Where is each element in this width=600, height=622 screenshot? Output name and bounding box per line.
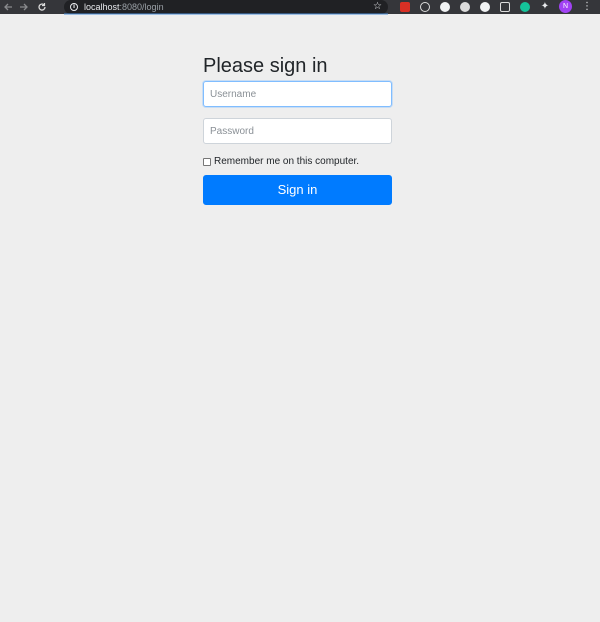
url-host: localhost	[84, 2, 120, 12]
arrow-left-icon	[3, 2, 13, 12]
grammarly-icon[interactable]	[520, 2, 530, 12]
remember-me-checkbox[interactable]	[203, 158, 211, 166]
signin-button[interactable]: Sign in	[203, 175, 392, 205]
url-path: :8080/login	[119, 2, 164, 12]
arrow-right-icon	[19, 2, 29, 12]
address-bar[interactable]: i localhost:8080/login ☆	[64, 0, 388, 14]
remember-me-row: Remember me on this computer.	[203, 157, 392, 167]
puzzle-extensions-icon[interactable]: ✦	[540, 2, 550, 12]
browser-toolbar: i localhost:8080/login ☆ ✦ N ⋮	[0, 0, 600, 15]
password-input[interactable]	[203, 118, 392, 144]
bookmark-star-icon[interactable]: ☆	[373, 0, 382, 14]
pdf-extension-icon[interactable]	[400, 2, 410, 12]
record-extension-icon[interactable]	[460, 2, 470, 12]
omnibox-underline	[64, 13, 388, 15]
react-devtools-icon[interactable]	[420, 2, 430, 12]
username-input[interactable]	[203, 81, 392, 107]
page-title: Please sign in	[203, 55, 328, 77]
reload-button[interactable]	[34, 0, 50, 14]
reload-icon	[37, 2, 47, 12]
kebab-menu-icon[interactable]: ⋮	[582, 0, 592, 14]
profile-avatar[interactable]: N	[559, 0, 572, 13]
moon-extension-icon[interactable]	[480, 2, 490, 12]
grid-extension-icon[interactable]	[500, 2, 510, 12]
url-text: localhost:8080/login	[84, 0, 164, 14]
signin-form: Please sign in Remember me on this compu…	[203, 53, 392, 205]
back-button[interactable]	[0, 0, 16, 14]
info-icon[interactable]: i	[70, 3, 78, 11]
circle-extension-icon[interactable]	[440, 2, 450, 12]
forward-button[interactable]	[16, 0, 32, 14]
remember-me-label[interactable]: Remember me on this computer.	[214, 157, 359, 167]
